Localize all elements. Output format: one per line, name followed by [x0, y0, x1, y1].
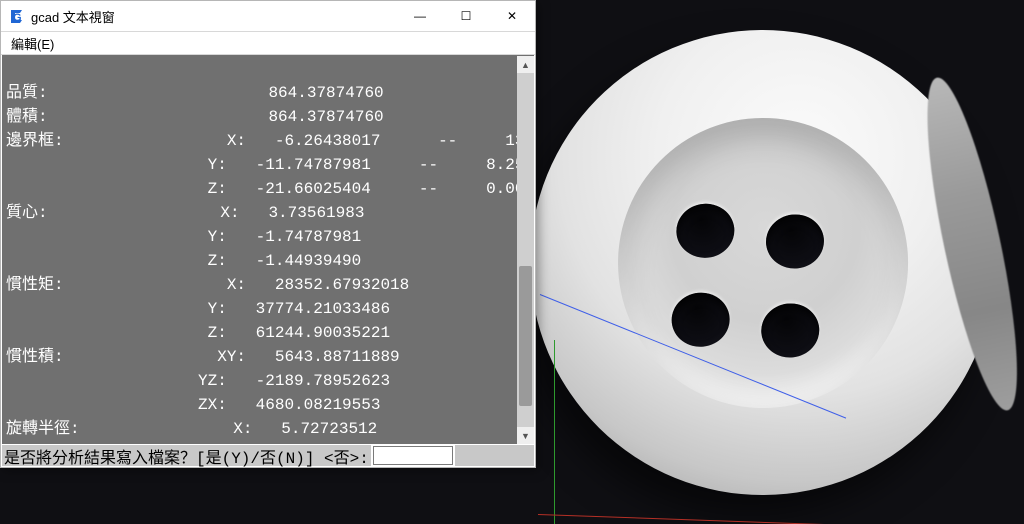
- model-button-solid: [507, 7, 1018, 518]
- terminal-output[interactable]: 品質: 864.37874760體積: 864.37874760邊界框: X: …: [2, 55, 534, 444]
- maximize-icon: ☐: [461, 9, 472, 23]
- terminal-line: Z: -21.66025404 -- 0.00000000: [6, 177, 534, 201]
- terminal-line: ZX: 4680.08219553: [6, 393, 534, 417]
- model-button-dish: [604, 104, 923, 423]
- scroll-thumb[interactable]: [519, 266, 532, 406]
- window-title: gcad 文本視窗: [31, 7, 115, 26]
- svg-text:G: G: [13, 12, 22, 24]
- close-button[interactable]: ✕: [489, 1, 535, 31]
- axis-x-icon: [538, 514, 898, 524]
- terminal-line: YZ: -2189.78952623: [6, 369, 534, 393]
- terminal-line: [6, 57, 534, 81]
- close-icon: ✕: [507, 9, 517, 23]
- prompt-input[interactable]: [373, 446, 453, 465]
- scrollbar[interactable]: ▲ ▼: [517, 56, 534, 444]
- terminal-line: 體積: 864.37874760: [6, 105, 534, 129]
- chevron-up-icon: ▲: [521, 60, 530, 70]
- titlebar[interactable]: G gcad 文本視窗 — ☐ ✕: [1, 1, 535, 32]
- app-icon: G: [7, 7, 25, 25]
- status-filler: [455, 445, 534, 466]
- text-window: G gcad 文本視窗 — ☐ ✕ 編輯(E) 品質: 864.37874760…: [0, 0, 536, 468]
- minimize-button[interactable]: —: [397, 1, 443, 31]
- status-bar: 是否將分析結果寫入檔案？[是(Y)/否(N)] <否>:: [2, 445, 534, 466]
- terminal-line: 質心: X: 3.73561983: [6, 201, 534, 225]
- menu-edit[interactable]: 編輯(E): [3, 33, 62, 54]
- chevron-down-icon: ▼: [521, 431, 530, 441]
- minimize-icon: —: [414, 9, 426, 23]
- write-file-prompt: 是否將分析結果寫入檔案？[是(Y)/否(N)] <否>:: [2, 445, 371, 466]
- terminal-line: Y: 37774.21033486: [6, 297, 534, 321]
- scroll-down-button[interactable]: ▼: [517, 427, 534, 444]
- terminal-line: 慣性積: XY: 5643.88711889: [6, 345, 534, 369]
- terminal-line: 旋轉半徑: X: 5.72723512: [6, 417, 534, 441]
- terminal-line: Z: 61244.90035221: [6, 321, 534, 345]
- maximize-button[interactable]: ☐: [443, 1, 489, 31]
- terminal-line: 邊界框: X: -6.26438017 -- 13.73561983: [6, 129, 534, 153]
- scroll-up-button[interactable]: ▲: [517, 56, 534, 73]
- terminal-line: Y: -11.74787981 -- 8.25212019: [6, 153, 534, 177]
- terminal-line: 慣性矩: X: 28352.67932018: [6, 273, 534, 297]
- terminal-line: Z: -1.44939490: [6, 249, 534, 273]
- terminal-line: Y: -1.74787981: [6, 225, 534, 249]
- menubar: 編輯(E): [1, 32, 535, 55]
- terminal-line: 品質: 864.37874760: [6, 81, 534, 105]
